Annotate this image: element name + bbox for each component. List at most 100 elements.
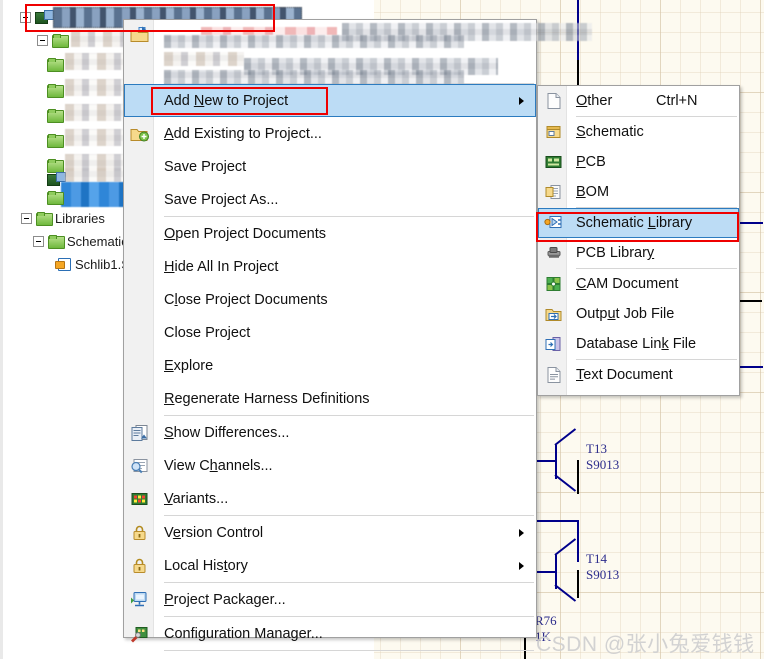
redacted-tree-label[interactable]: [65, 168, 127, 182]
menu-item-configuration-manager[interactable]: Configuration Manager...: [124, 617, 536, 650]
menu-item-local-history[interactable]: Local History: [124, 549, 536, 582]
menu-item-save-project-as[interactable]: Save Project As...: [124, 183, 536, 216]
menu-item-view-channels[interactable]: View Channels...: [124, 449, 536, 482]
menu-item-label: Local History: [164, 557, 248, 574]
value-t13: S9013: [586, 457, 620, 472]
menu-item-project-packager[interactable]: Project Packager...: [124, 583, 536, 616]
menu-item-version-control[interactable]: Version Control: [124, 516, 536, 549]
submenu-item-label: Other: [576, 93, 613, 109]
submenu-item-label: CAM Document: [576, 276, 679, 292]
redacted-tree-label[interactable]: [65, 104, 127, 121]
redacted-text: [164, 35, 464, 48]
tree-row-document[interactable]: [47, 131, 66, 149]
chevron-right-icon: [519, 561, 524, 570]
menu-item-hide-all-in-project[interactable]: Hide All In Project: [124, 250, 536, 283]
submenu-item-cam-document[interactable]: CAM Document: [538, 269, 739, 299]
submenu-item-database-link-file[interactable]: Database Link File: [538, 329, 739, 359]
submenu-item-schematic[interactable]: Schematic: [538, 117, 739, 147]
wire-segment: [577, 520, 579, 562]
transistor-collector-lead: [554, 428, 577, 446]
submenu-item-output-job-file[interactable]: Output Job File: [538, 299, 739, 329]
submenu-item-label: PCB: [576, 154, 606, 170]
project-packager-icon: [130, 591, 149, 608]
menu-item-save-project[interactable]: Save Project: [124, 150, 536, 183]
menu-item-label: Open Project Documents: [164, 225, 326, 242]
redacted-tree-label[interactable]: [71, 30, 127, 47]
tree-row-document[interactable]: [47, 55, 66, 73]
menu-item-label: Version Control: [164, 524, 264, 541]
menu-item-add-new-to-project[interactable]: Add New to Project: [124, 84, 536, 117]
tree-label-libraries: Libraries: [55, 210, 105, 226]
menu-item-label: Configuration Manager...: [164, 625, 323, 642]
folder-icon: [48, 235, 65, 249]
cam-document-icon: [544, 276, 563, 293]
transistor-emitter-lead: [554, 584, 577, 602]
screenshot-root: T13 S9013 T14 S9013 R76 1K CSDN @张小兔爱钱钱 …: [0, 0, 764, 659]
wire-segment: [577, 460, 579, 494]
menu-item-project-options[interactable]: Project Options...: [124, 651, 536, 659]
submenu-item-text-document[interactable]: Text Document: [538, 360, 739, 390]
redacted-tree-label[interactable]: [65, 79, 127, 96]
output-job-file-icon: [544, 306, 563, 323]
redacted-text: [164, 52, 244, 66]
transistor-emitter-lead: [554, 474, 577, 492]
menu-item-label: Add New to Project: [164, 92, 289, 109]
folder-icon: [47, 84, 64, 98]
menu-item-close-project-documents[interactable]: Close Project Documents: [124, 283, 536, 316]
tree-row-document[interactable]: [47, 81, 66, 99]
redacted-text: [201, 27, 337, 35]
menu-item-show-differences[interactable]: Show Differences...: [124, 416, 536, 449]
menu-item-label: Variants...: [164, 490, 229, 507]
tree-row-libraries[interactable]: Libraries: [21, 209, 105, 227]
add-new-to-project-submenu[interactable]: Other Ctrl+N Schematic PCB BOM Schematic…: [537, 85, 740, 396]
transistor-collector-lead: [554, 538, 577, 556]
folder-icon: [47, 134, 64, 148]
lock-icon: [130, 524, 149, 541]
menu-item-add-existing-to-project[interactable]: Add Existing to Project...: [124, 117, 536, 150]
menu-item-label: Hide All In Project: [164, 258, 279, 275]
menu-item-explore[interactable]: Explore: [124, 349, 536, 382]
expander-icon[interactable]: [33, 235, 44, 247]
menu-item-open-project-documents[interactable]: Open Project Documents: [124, 217, 536, 250]
tree-row-folder[interactable]: [37, 31, 71, 49]
tree-row-project-root[interactable]: [20, 8, 55, 26]
redacted-tree-label[interactable]: [65, 129, 127, 146]
redacted-tree-label[interactable]: [65, 53, 127, 70]
text-document-icon: [544, 367, 563, 384]
redacted-tree-label-selected[interactable]: [61, 182, 127, 207]
bom-icon: [544, 184, 563, 201]
tree-row-document[interactable]: [47, 106, 66, 124]
submenu-item-bom[interactable]: BOM: [538, 177, 739, 207]
project-context-menu[interactable]: Add New to Project Add Existing to Proje…: [123, 19, 592, 651]
menu-item-regenerate-harness-definitions[interactable]: Regenerate Harness Definitions: [124, 382, 536, 415]
menu-item-redacted-2[interactable]: [124, 50, 536, 84]
tree-row-schematic[interactable]: Schematic: [33, 232, 128, 250]
designator-r76: R76: [535, 613, 557, 628]
expander-icon[interactable]: [20, 11, 31, 23]
configuration-manager-icon: [130, 625, 149, 642]
submenu-item-pcb-library[interactable]: PCB Library: [538, 238, 739, 268]
menu-item-label: Close Project: [164, 324, 251, 341]
expander-icon[interactable]: [37, 34, 48, 46]
expander-icon[interactable]: [21, 212, 32, 224]
submenu-item-label: Database Link File: [576, 336, 697, 352]
schematic-icon: [544, 124, 563, 141]
open-folder-arrow-icon: [130, 26, 149, 44]
pcb-library-icon: [544, 245, 563, 262]
folder-icon: [47, 58, 64, 72]
folder-icon: [47, 109, 64, 123]
menu-item-label: Close Project Documents: [164, 291, 328, 308]
submenu-item-other[interactable]: Other Ctrl+N: [538, 86, 739, 116]
menu-item-close-project[interactable]: Close Project: [124, 316, 536, 349]
chevron-right-icon: [519, 528, 524, 537]
designator-t14: T14: [586, 551, 607, 566]
submenu-item-schematic-library[interactable]: Schematic Library: [538, 208, 739, 238]
submenu-item-pcb[interactable]: PCB: [538, 147, 739, 177]
submenu-item-label: PCB Library: [576, 245, 655, 261]
menu-item-redacted-1[interactable]: [124, 20, 592, 50]
tree-row-document[interactable]: [47, 188, 66, 206]
chevron-right-icon: [519, 96, 524, 105]
menu-item-label: Show Differences...: [164, 424, 290, 441]
tree-row-schlib1[interactable]: Schlib1.S: [55, 255, 130, 273]
menu-item-variants[interactable]: Variants...: [124, 482, 536, 515]
